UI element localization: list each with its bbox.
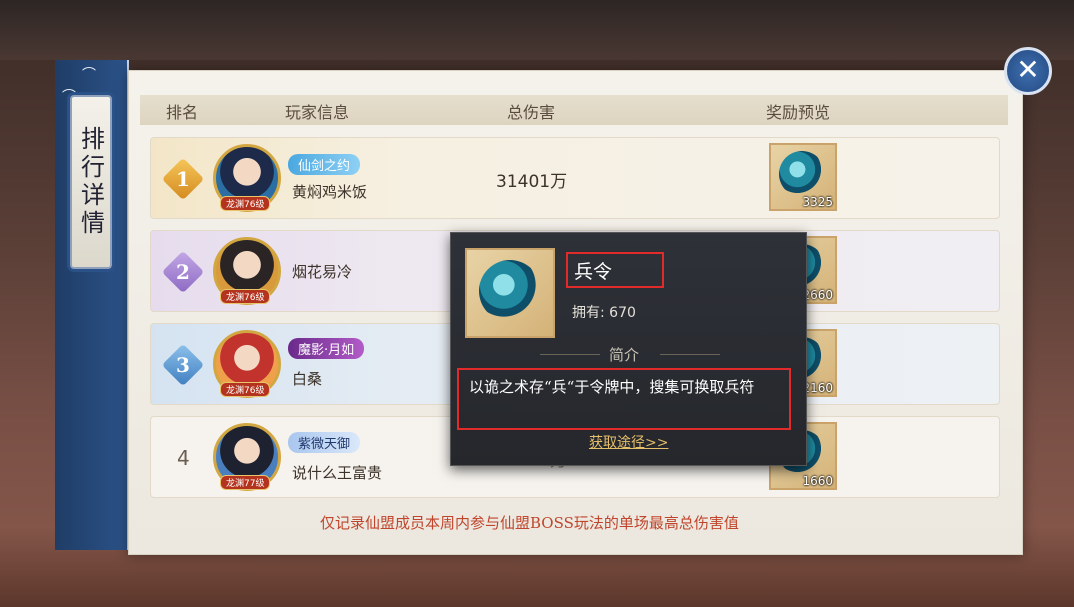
tooltip-item-icon bbox=[465, 248, 555, 338]
background-top bbox=[0, 0, 1074, 60]
reward-count: 3325 bbox=[802, 195, 833, 209]
tooltip-owned-count: 拥有: 670 bbox=[572, 305, 636, 321]
banner-title: 排行详情 bbox=[76, 126, 105, 238]
divider bbox=[540, 354, 600, 355]
table-header bbox=[140, 95, 1008, 125]
acquire-link[interactable]: 获取途径>> bbox=[589, 432, 668, 452]
reward-count: 2660 bbox=[802, 288, 833, 302]
level-badge: 龙渊76级 bbox=[220, 382, 271, 397]
player-title-badge: 仙剑之约 bbox=[288, 154, 361, 175]
player-name: 说什么王富贵 bbox=[292, 464, 383, 482]
reward-item[interactable]: 3325 bbox=[769, 143, 837, 211]
token-icon bbox=[479, 260, 541, 322]
footer-note: 仅记录仙盟成员本周内参与仙盟BOSS玩法的单场最高总伤害值 bbox=[320, 514, 739, 532]
level-badge: 龙渊77级 bbox=[220, 475, 271, 490]
header-player: 玩家信息 bbox=[285, 103, 350, 122]
player-name: 烟花易冷 bbox=[292, 263, 353, 281]
player-name: 白桑 bbox=[292, 370, 323, 388]
rank-number: 4 bbox=[177, 446, 190, 470]
header-damage: 总伤害 bbox=[507, 103, 556, 122]
bird-decoration-icon: ⌒ bbox=[82, 67, 96, 83]
divider bbox=[660, 354, 720, 355]
damage-value: 31401万 bbox=[496, 172, 568, 192]
tooltip-item-name: 兵令 bbox=[566, 252, 664, 288]
player-title-badge: 魔影·月如 bbox=[288, 338, 365, 359]
banner-title-plate: 排行详情 bbox=[70, 95, 112, 269]
reward-count: 2160 bbox=[802, 381, 833, 395]
header-rank: 排名 bbox=[166, 103, 199, 122]
player-name: 黄焖鸡米饭 bbox=[292, 183, 368, 201]
close-icon: ✕ bbox=[1016, 53, 1040, 86]
token-icon bbox=[779, 151, 825, 197]
close-button[interactable]: ✕ bbox=[1004, 47, 1052, 95]
tooltip-section-title: 简介 bbox=[609, 346, 640, 364]
tooltip-description: 以诡之术存“兵“于令牌中，搜集可换取兵符 bbox=[457, 368, 791, 430]
player-title-badge: 紫微天御 bbox=[288, 432, 361, 453]
header-reward: 奖励预览 bbox=[766, 103, 831, 122]
reward-count: 1660 bbox=[802, 474, 833, 488]
level-badge: 龙渊76级 bbox=[220, 289, 271, 304]
level-badge: 龙渊76级 bbox=[220, 196, 271, 211]
